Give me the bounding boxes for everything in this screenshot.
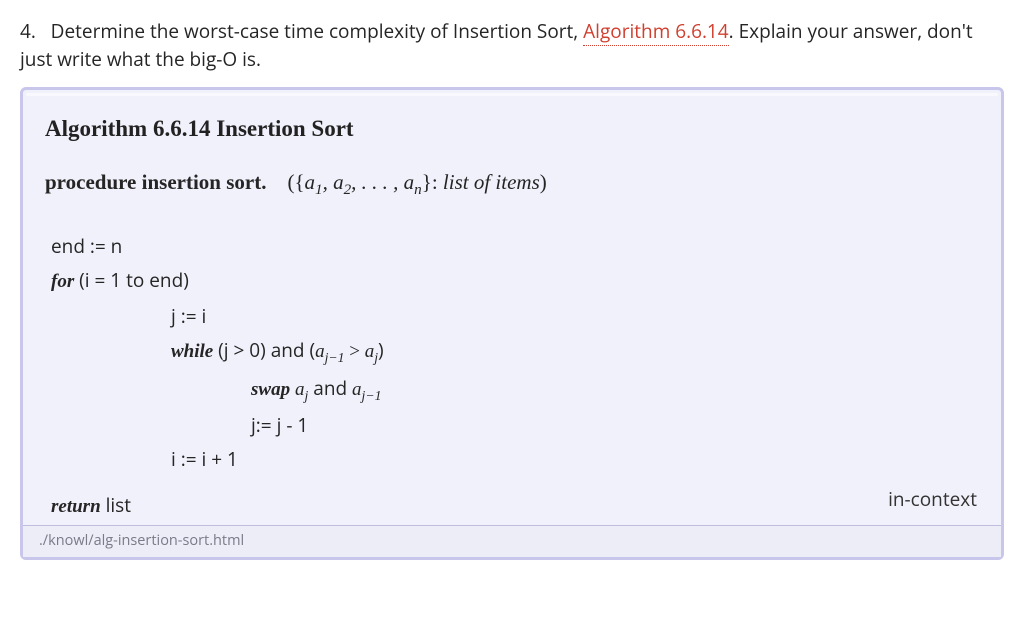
in-context-link[interactable]: in-context [888, 476, 981, 524]
code-line-4: while (j > 0) and (aj−1 > aj) [51, 333, 981, 370]
sig-sub1: 1 [315, 183, 323, 199]
for-cond: (i = 1 to end) [74, 267, 189, 293]
algorithm-panel: Algorithm 6.6.14 Insertion Sort procedur… [20, 87, 1004, 559]
sig-open: ({ [287, 170, 304, 194]
while-aj1: aj−1 [315, 341, 344, 362]
sig-paren: ) [540, 170, 547, 194]
while-gt: > [344, 341, 364, 362]
sig-a2: , a [323, 170, 344, 194]
while-aj: aj [365, 341, 378, 362]
for-keyword: for [51, 271, 74, 292]
code-line-7: i := i + 1 [51, 442, 981, 476]
return-keyword: return [51, 496, 101, 517]
swap-and: and [308, 375, 352, 401]
pseudocode-block: end := n for (i = 1 to end) j := i while… [43, 229, 981, 525]
code-line-8: return list [51, 488, 131, 524]
swap-aj: aj [295, 379, 308, 400]
question-part1: Determine the worst-case time complexity… [51, 18, 583, 44]
question-number: 4. [20, 18, 36, 44]
return-rest: list [101, 492, 131, 518]
procedure-label: procedure insertion sort. [45, 170, 266, 194]
algorithm-reference-link[interactable]: Algorithm 6.6.14 [583, 18, 729, 46]
code-line-2: for (i = 1 to end) [51, 263, 981, 299]
while-a: (j > 0) and ( [213, 337, 315, 363]
sig-subn: n [414, 183, 422, 199]
swap-aj1: aj−1 [352, 379, 381, 400]
code-line-1: end := n [51, 229, 981, 263]
swap-keyword: swap [251, 379, 290, 400]
sig-an: , . . . , a [351, 170, 414, 194]
source-path: ./knowl/alg-insertion-sort.html [23, 525, 1001, 557]
sig-a1: a [305, 170, 316, 194]
while-close: ) [378, 337, 384, 363]
code-line-5: swap aj and aj−1 [51, 371, 981, 408]
sig-close: }: [422, 170, 443, 194]
sig-desc: list of items [443, 170, 540, 194]
code-line-6: j:= j - 1 [51, 408, 981, 442]
while-keyword: while [171, 341, 213, 362]
question-text: 4. Determine the worst-case time complex… [20, 18, 1004, 73]
code-line-3: j := i [51, 299, 981, 333]
algorithm-title: Algorithm 6.6.14 Insertion Sort [45, 112, 981, 145]
procedure-signature: procedure insertion sort. ({a1, a2, . . … [45, 167, 981, 202]
